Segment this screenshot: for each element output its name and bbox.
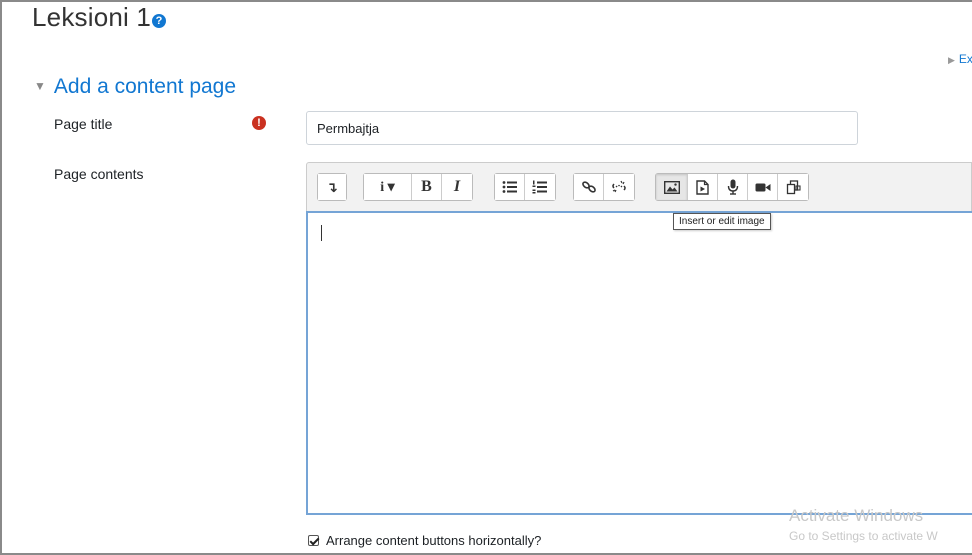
editor-toolbar: ↴ i ▾ B I <box>306 162 972 212</box>
bold-button[interactable]: B <box>412 174 442 200</box>
page-contents-label: Page contents <box>54 166 144 182</box>
media-icon <box>696 179 709 195</box>
insert-image-button[interactable] <box>656 174 688 200</box>
paragraph-style-button[interactable]: i ▾ <box>364 174 412 200</box>
insert-media-button[interactable] <box>688 174 718 200</box>
arrange-buttons-option[interactable]: Arrange content buttons horizontally? <box>308 533 541 548</box>
toolbar-group-lists <box>494 173 556 201</box>
collapse-toggle-icon: ↴ <box>326 178 338 195</box>
page-title-text: Leksioni 1 <box>32 2 152 32</box>
toolbar-group-media <box>655 173 809 201</box>
required-icon: ! <box>252 116 266 130</box>
section-header-label: Add a content page <box>53 75 237 98</box>
italic-icon: I <box>453 178 461 195</box>
link-icon <box>581 181 596 193</box>
arrange-checkbox[interactable] <box>308 535 319 546</box>
paragraph-style-icon: i ▾ <box>380 179 395 195</box>
ordered-list-icon <box>532 180 547 194</box>
activate-windows-watermark: Activate Windows <box>789 506 924 525</box>
expand-all-link[interactable]: ▶ Ex <box>948 52 972 66</box>
help-icon[interactable]: ? <box>152 14 167 28</box>
page-title-label: Page title <box>54 116 113 132</box>
image-icon <box>663 180 680 194</box>
record-audio-button[interactable] <box>718 174 748 200</box>
toolbar-group-links <box>573 173 635 201</box>
collapse-toggle-button[interactable]: ↴ <box>318 174 346 200</box>
toolbar-group-style: i ▾ B I <box>363 173 473 201</box>
manage-files-icon <box>786 179 801 194</box>
expand-triangle-icon: ▶ <box>948 55 955 65</box>
expand-all-label: Ex <box>958 52 972 66</box>
ordered-list-button[interactable] <box>525 174 555 200</box>
page-title: Leksioni 1? <box>32 2 167 33</box>
unordered-list-button[interactable] <box>495 174 525 200</box>
bold-icon: B <box>421 178 432 195</box>
unordered-list-icon <box>502 181 517 193</box>
manage-files-button[interactable] <box>778 174 808 200</box>
content-editor[interactable] <box>306 211 972 515</box>
link-button[interactable] <box>574 174 604 200</box>
unlink-icon <box>612 180 626 193</box>
unlink-button[interactable] <box>604 174 634 200</box>
italic-button[interactable]: I <box>442 174 472 200</box>
record-video-button[interactable] <box>748 174 778 200</box>
record-video-icon <box>755 183 770 191</box>
page-title-input[interactable] <box>306 111 858 145</box>
toolbar-group-collapse: ↴ <box>317 173 347 201</box>
collapse-caret-icon: ▼ <box>34 79 46 93</box>
record-audio-icon <box>727 179 738 195</box>
section-header[interactable]: ▼ Add a content page <box>34 75 236 99</box>
activate-windows-hint: Go to Settings to activate W <box>789 529 938 543</box>
text-cursor <box>321 225 322 241</box>
image-button-tooltip: Insert or edit image <box>673 213 771 230</box>
arrange-label: Arrange content buttons horizontally? <box>326 533 542 548</box>
